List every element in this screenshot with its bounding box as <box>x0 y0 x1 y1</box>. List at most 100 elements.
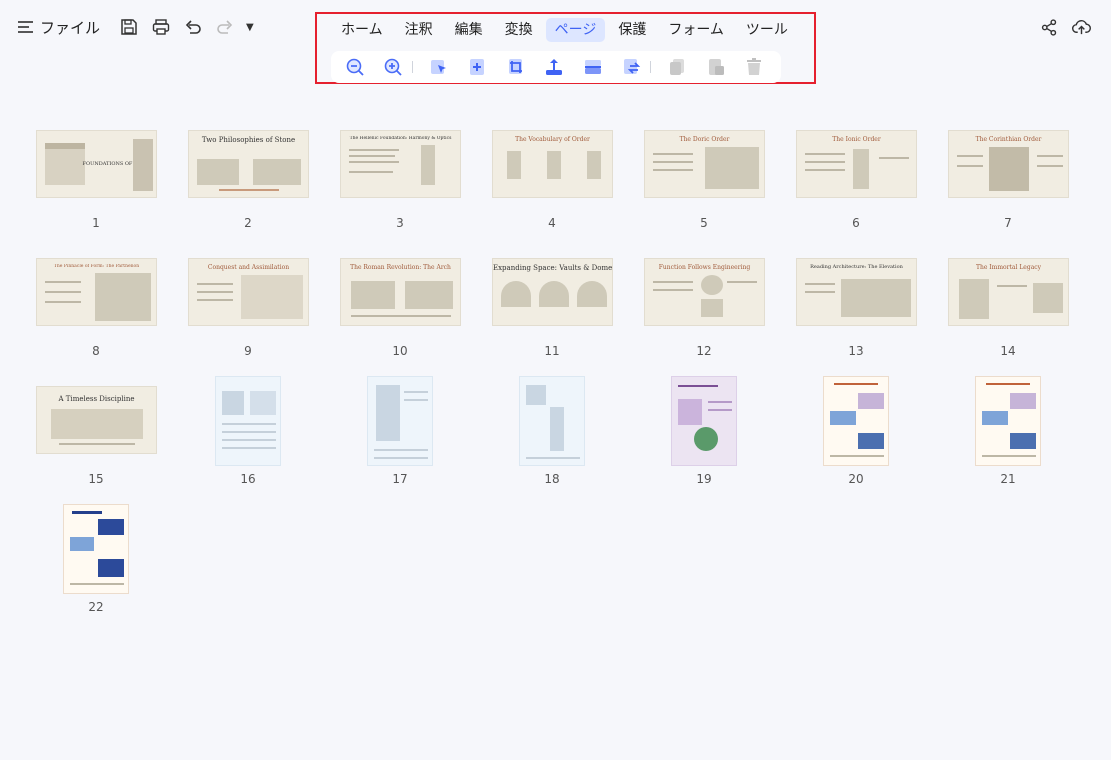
page-thumbnail[interactable]: The Immortal Legacy 14 <box>932 258 1084 368</box>
zoom-out-icon[interactable] <box>343 55 367 79</box>
page-thumbnail[interactable]: The Vocabulary of Order 4 <box>476 130 628 240</box>
file-menu-button[interactable]: ファイル <box>18 17 100 38</box>
split-page-icon[interactable] <box>581 55 605 79</box>
page-number: 2 <box>244 216 252 230</box>
page-thumbnail[interactable]: 20 <box>780 376 932 496</box>
print-icon[interactable] <box>148 14 174 40</box>
page-title: The Doric Order <box>679 136 730 143</box>
page-thumbnail[interactable]: The Pinnacle of Form: The Parthenon 8 <box>20 258 172 368</box>
page-number: 12 <box>696 344 712 358</box>
thumbnail-image <box>823 376 889 466</box>
thumbnail-image: Expanding Space: Vaults & Domes <box>492 258 613 326</box>
page-thumbnail[interactable]: FOUNDATIONS OF FORM 1 <box>20 130 172 240</box>
extract-page-icon[interactable] <box>543 55 567 79</box>
hamburger-icon <box>18 21 33 33</box>
page-title: The Vocabulary of Order <box>515 136 590 143</box>
page-thumbnail[interactable]: 19 <box>628 376 780 496</box>
save-icon[interactable] <box>116 14 142 40</box>
menu-edit[interactable]: 編集 <box>446 18 492 42</box>
select-page-icon[interactable] <box>427 55 451 79</box>
page-thumbnail[interactable]: 18 <box>476 376 628 496</box>
thumbnail-image: The Roman Revolution: The Arch <box>340 258 461 326</box>
page-thumbnail[interactable]: Two Philosophies of Stone 2 <box>172 130 324 240</box>
duplicate-page-icon[interactable] <box>665 55 689 79</box>
menu-tools[interactable]: ツール <box>737 18 797 42</box>
page-thumbnail[interactable]: Expanding Space: Vaults & Domes 11 <box>476 258 628 368</box>
page-title: The Ionic Order <box>832 136 881 143</box>
thumbnail-image: The Hellenic Foundation: Harmony & Optic… <box>340 130 461 198</box>
page-number: 14 <box>1000 344 1016 358</box>
copy-page-icon[interactable] <box>704 55 728 79</box>
page-number: 11 <box>544 344 560 358</box>
page-title: A Timeless Discipline <box>58 395 135 403</box>
page-number: 15 <box>88 472 104 486</box>
page-thumbnail[interactable]: Reading Architecture: The Elevation 13 <box>780 258 932 368</box>
page-number: 9 <box>244 344 252 358</box>
page-title: The Corinthian Order <box>975 136 1042 143</box>
page-number: 7 <box>1004 216 1012 230</box>
page-number: 18 <box>544 472 560 486</box>
page-thumbnail[interactable]: The Ionic Order 6 <box>780 130 932 240</box>
page-number: 21 <box>1000 472 1016 486</box>
page-number: 20 <box>848 472 864 486</box>
page-number: 6 <box>852 216 860 230</box>
thumbnail-image <box>215 376 281 466</box>
page-title: The Immortal Legacy <box>975 264 1042 271</box>
thumbnail-image <box>367 376 433 466</box>
page-thumbnail[interactable]: 21 <box>932 376 1084 496</box>
page-number: 8 <box>92 344 100 358</box>
page-number: 17 <box>392 472 408 486</box>
page-number: 4 <box>548 216 556 230</box>
delete-page-icon[interactable] <box>742 55 766 79</box>
page-title: Two Philosophies of Stone <box>201 136 296 144</box>
zoom-in-icon[interactable] <box>382 55 406 79</box>
menu-protect[interactable]: 保護 <box>609 18 655 42</box>
thumbnail-image <box>519 376 585 466</box>
thumbnail-image: Function Follows Engineering <box>644 258 765 326</box>
page-number: 5 <box>700 216 708 230</box>
cloud-upload-icon[interactable] <box>1069 15 1093 39</box>
undo-icon[interactable] <box>180 14 206 40</box>
thumbnail-image: Reading Architecture: The Elevation <box>796 258 917 326</box>
replace-page-icon[interactable] <box>620 55 644 79</box>
page-thumbnail[interactable]: The Corinthian Order 7 <box>932 130 1084 240</box>
page-thumbnail[interactable]: The Roman Revolution: The Arch 10 <box>324 258 476 368</box>
thumbnail-image: The Doric Order <box>644 130 765 198</box>
page-thumbnail[interactable]: The Hellenic Foundation: Harmony & Optic… <box>324 130 476 240</box>
page-title: Reading Architecture: The Elevation <box>810 264 903 270</box>
page-thumbnail[interactable]: A Timeless Discipline 15 <box>20 386 172 496</box>
page-number: 3 <box>396 216 404 230</box>
page-thumbnail[interactable]: 16 <box>172 376 324 496</box>
menu-form[interactable]: フォーム <box>659 18 733 42</box>
page-thumbnail[interactable]: 17 <box>324 376 476 496</box>
page-number: 19 <box>696 472 712 486</box>
page-thumbnail[interactable]: Conquest and Assimilation 9 <box>172 258 324 368</box>
page-title: The Hellenic Foundation: Harmony & Optic… <box>349 136 452 141</box>
page-number: 1 <box>92 216 100 230</box>
page-thumbnail[interactable]: 22 <box>20 504 172 624</box>
crop-page-icon[interactable] <box>504 55 528 79</box>
page-title: Conquest and Assimilation <box>207 264 290 271</box>
menu-annotate[interactable]: 注釈 <box>396 18 442 42</box>
file-menu-label: ファイル <box>40 18 101 37</box>
page-thumbnail[interactable]: Function Follows Engineering 12 <box>628 258 780 368</box>
page-number: 22 <box>88 600 104 614</box>
dropdown-caret-icon[interactable]: ▼ <box>246 22 254 33</box>
thumbnail-image <box>671 376 737 466</box>
menu-highlight-box: ホーム 注釈 編集 変換 ページ 保護 フォーム ツール <box>315 12 816 84</box>
left-toolbar: ファイル ▼ <box>18 14 254 40</box>
page-number: 13 <box>848 344 864 358</box>
thumbnail-image: The Ionic Order <box>796 130 917 198</box>
page-title: Function Follows Engineering <box>658 264 751 271</box>
thumbnail-image: FOUNDATIONS OF FORM <box>36 130 157 198</box>
menu-page[interactable]: ページ <box>545 18 606 42</box>
page-thumbnail[interactable]: The Doric Order 5 <box>628 130 780 240</box>
insert-page-icon[interactable] <box>466 55 490 79</box>
right-toolbar <box>1029 15 1093 39</box>
menu-home[interactable]: ホーム <box>332 18 392 42</box>
menu-convert[interactable]: 変換 <box>496 18 542 42</box>
toolbar-divider <box>650 61 652 73</box>
share-icon[interactable] <box>1037 15 1061 39</box>
redo-icon[interactable] <box>212 14 238 40</box>
thumbnail-image: The Immortal Legacy <box>948 258 1069 326</box>
